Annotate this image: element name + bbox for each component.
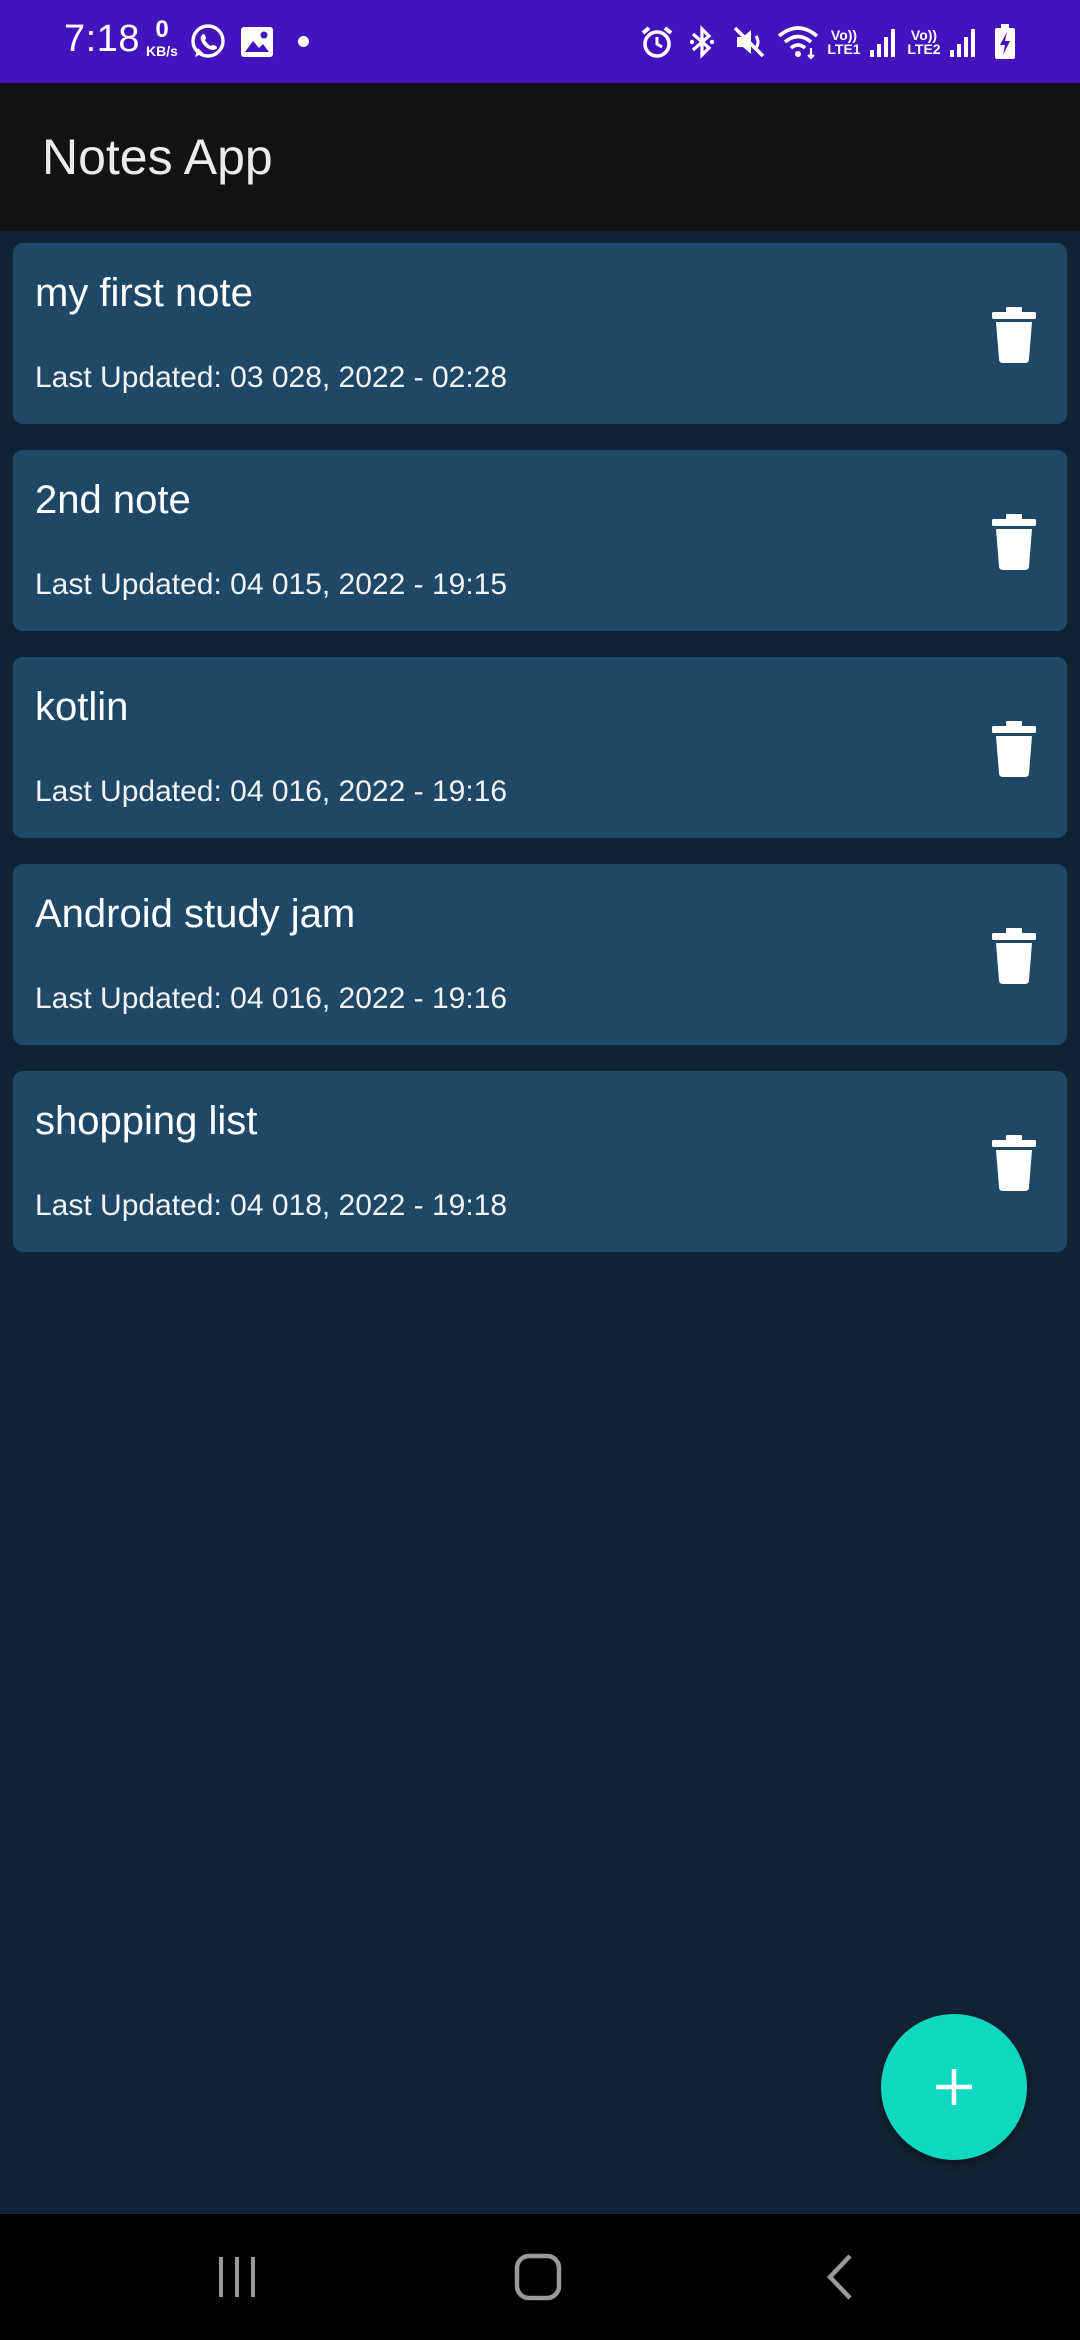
status-bar: 7:18 0 KB/s Vo)) LTE1 Vo)) LTE2 bbox=[0, 0, 1080, 83]
sim2-volte: Vo)) bbox=[910, 27, 938, 43]
back-icon bbox=[826, 2254, 852, 2300]
network-speed-unit: KB/s bbox=[146, 43, 178, 59]
network-speed: 0 KB/s bbox=[140, 16, 184, 59]
nav-home-button[interactable] bbox=[498, 2247, 578, 2307]
nav-recents-button[interactable] bbox=[197, 2247, 277, 2307]
sim1-label: Vo)) LTE1 bbox=[822, 20, 866, 64]
signal-sim2-icon bbox=[948, 20, 978, 64]
gallery-icon bbox=[235, 20, 279, 64]
note-card[interactable]: shopping list Last Updated: 04 018, 2022… bbox=[13, 1071, 1067, 1252]
alarm-icon bbox=[637, 20, 677, 64]
delete-note-button[interactable] bbox=[989, 928, 1039, 984]
trash-icon bbox=[992, 1135, 1036, 1191]
whatsapp-icon bbox=[186, 20, 230, 64]
status-time: 7:18 bbox=[64, 18, 140, 60]
battery-charging-icon bbox=[990, 20, 1020, 64]
plus-icon bbox=[936, 2069, 972, 2105]
delete-note-button[interactable] bbox=[989, 721, 1039, 777]
trash-icon bbox=[992, 721, 1036, 777]
signal-sim1-icon bbox=[868, 20, 898, 64]
wifi-icon bbox=[776, 20, 820, 64]
navigation-bar bbox=[0, 2214, 1080, 2340]
delete-note-button[interactable] bbox=[989, 307, 1039, 363]
note-title: kotlin bbox=[35, 685, 129, 729]
add-note-button[interactable] bbox=[881, 2014, 1027, 2160]
network-speed-value: 0 bbox=[155, 16, 169, 43]
note-title: Android study jam bbox=[35, 892, 356, 936]
trash-icon bbox=[992, 307, 1036, 363]
sim2-lte: LTE2 bbox=[907, 41, 941, 57]
note-title: my first note bbox=[35, 271, 253, 315]
sim1-volte: Vo)) bbox=[830, 27, 858, 43]
note-card[interactable]: my first note Last Updated: 03 028, 2022… bbox=[13, 243, 1067, 424]
notification-dot-icon bbox=[298, 36, 309, 47]
recents-icon bbox=[219, 2257, 255, 2297]
note-date: Last Updated: 04 018, 2022 - 19:18 bbox=[35, 1189, 508, 1222]
nav-back-button[interactable] bbox=[800, 2247, 880, 2307]
note-card[interactable]: kotlin Last Updated: 04 016, 2022 - 19:1… bbox=[13, 657, 1067, 838]
sim1-lte: LTE1 bbox=[827, 41, 861, 57]
home-icon bbox=[514, 2253, 562, 2301]
note-title: shopping list bbox=[35, 1099, 258, 1143]
delete-note-button[interactable] bbox=[989, 514, 1039, 570]
note-title: 2nd note bbox=[35, 478, 191, 522]
delete-note-button[interactable] bbox=[989, 1135, 1039, 1191]
note-date: Last Updated: 04 016, 2022 - 19:16 bbox=[35, 982, 508, 1015]
sim2-label: Vo)) LTE2 bbox=[902, 20, 946, 64]
trash-icon bbox=[992, 928, 1036, 984]
note-date: Last Updated: 04 015, 2022 - 19:15 bbox=[35, 568, 508, 601]
note-card[interactable]: Android study jam Last Updated: 04 016, … bbox=[13, 864, 1067, 1045]
note-date: Last Updated: 04 016, 2022 - 19:16 bbox=[35, 775, 508, 808]
mute-icon bbox=[728, 20, 770, 64]
app-title: Notes App bbox=[42, 129, 273, 185]
bluetooth-icon bbox=[684, 20, 720, 64]
note-card[interactable]: 2nd note Last Updated: 04 015, 2022 - 19… bbox=[13, 450, 1067, 631]
app-bar: Notes App bbox=[0, 83, 1080, 231]
note-date: Last Updated: 03 028, 2022 - 02:28 bbox=[35, 361, 508, 394]
trash-icon bbox=[992, 514, 1036, 570]
